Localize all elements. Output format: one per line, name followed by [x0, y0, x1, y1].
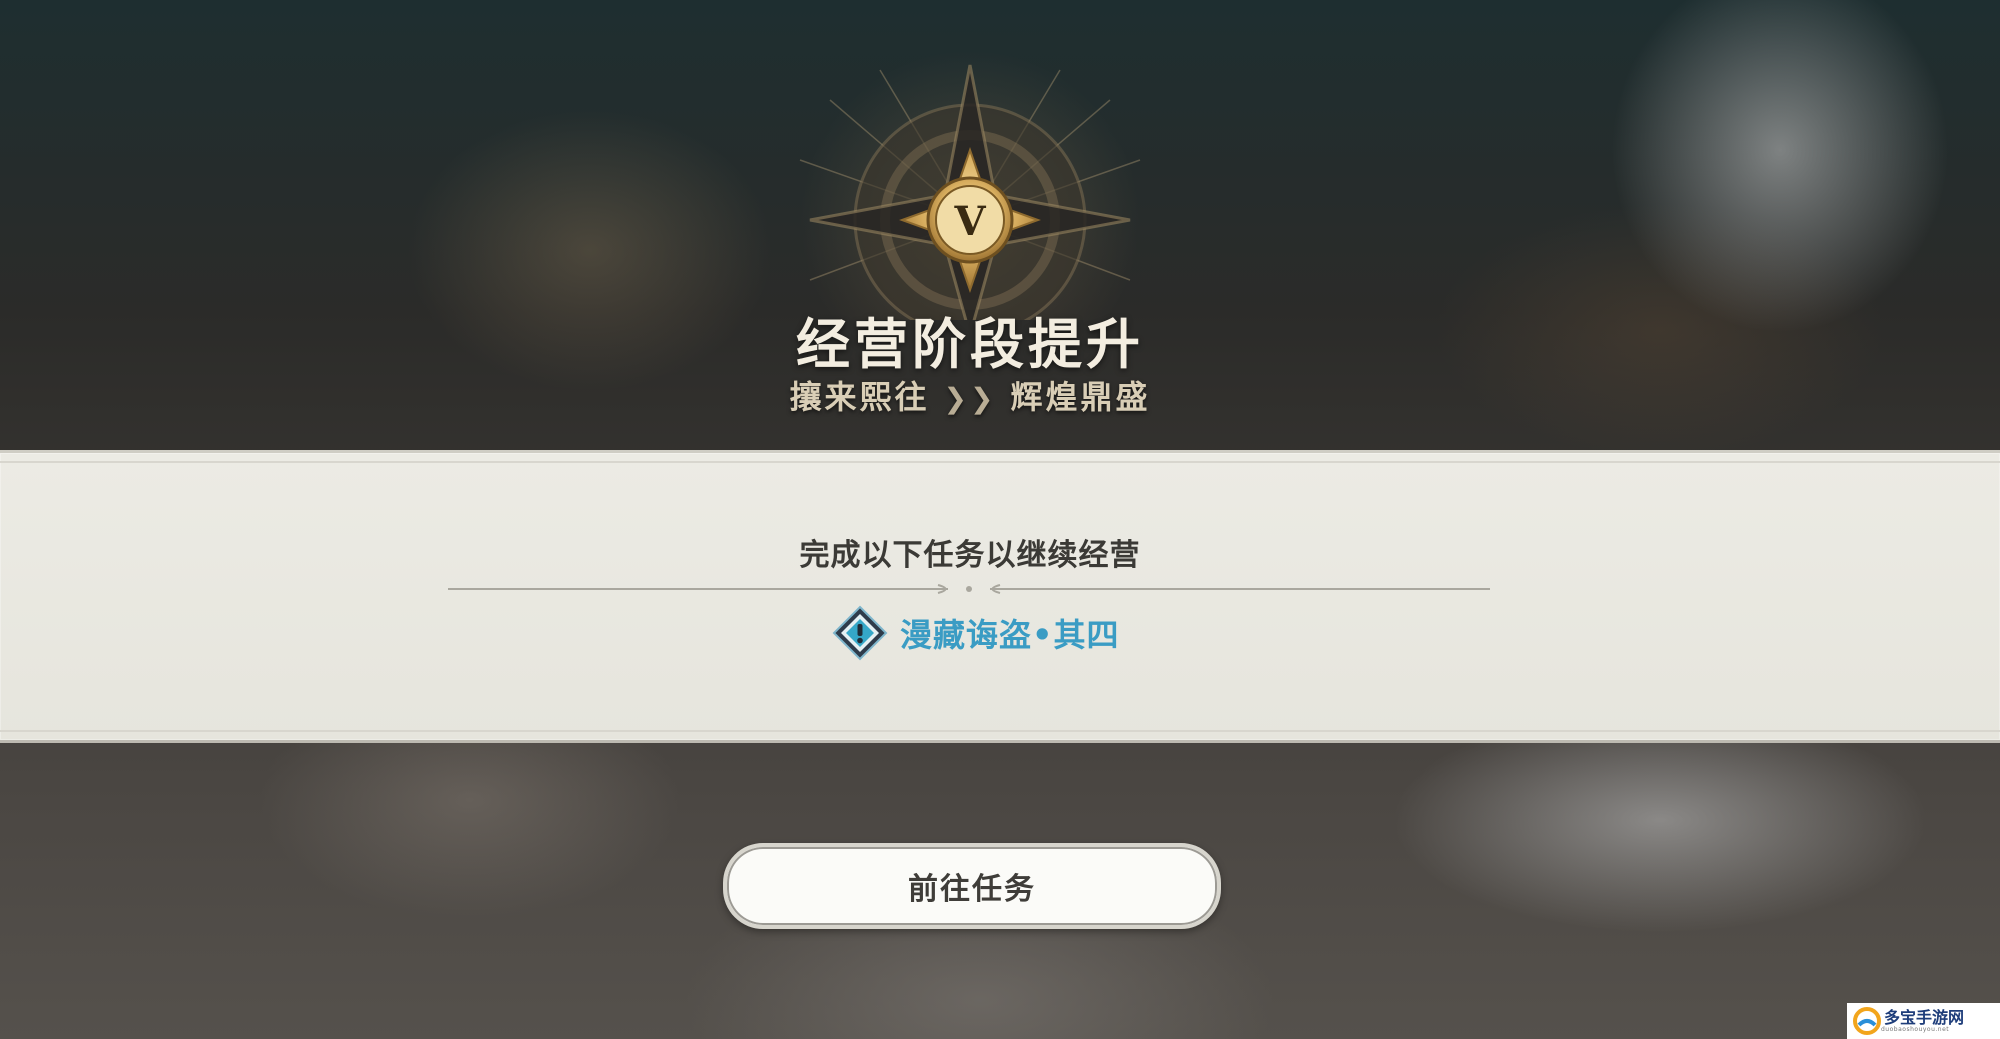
watermark-logo-icon	[1853, 1007, 1881, 1035]
emblem-letter: V	[953, 198, 986, 245]
go-to-quest-button[interactable]: 前往任务	[723, 843, 1221, 929]
panel-heading: 完成以下任务以继续经营	[799, 538, 1141, 573]
quest-entry[interactable]: 漫藏诲盗•其四	[832, 605, 1119, 661]
to-stage: 辉煌鼎盛	[1010, 378, 1151, 416]
stage-title: 经营阶段提升	[796, 313, 1144, 376]
stage-progress: 攘来熙往 ❯❯ 辉煌鼎盛	[0, 372, 1940, 418]
watermark-name: 多宝手游网	[1884, 1007, 1965, 1027]
from-stage: 攘来熙往	[789, 378, 930, 416]
stage-emblem: V	[770, 40, 1170, 390]
site-watermark: 多宝手游网 duobaoshouyou.net	[1847, 1003, 2000, 1039]
double-chevron-right-icon: ❯❯	[943, 382, 997, 415]
ornament-divider	[448, 584, 1490, 594]
requirement-panel: 完成以下任务以继续经营 漫藏诲盗•其四	[0, 450, 2000, 743]
quest-name: 漫藏诲盗•其四	[900, 616, 1120, 654]
watermark-sub: duobaoshouyou.net	[1881, 1025, 1950, 1033]
quest-alert-icon	[832, 605, 888, 661]
